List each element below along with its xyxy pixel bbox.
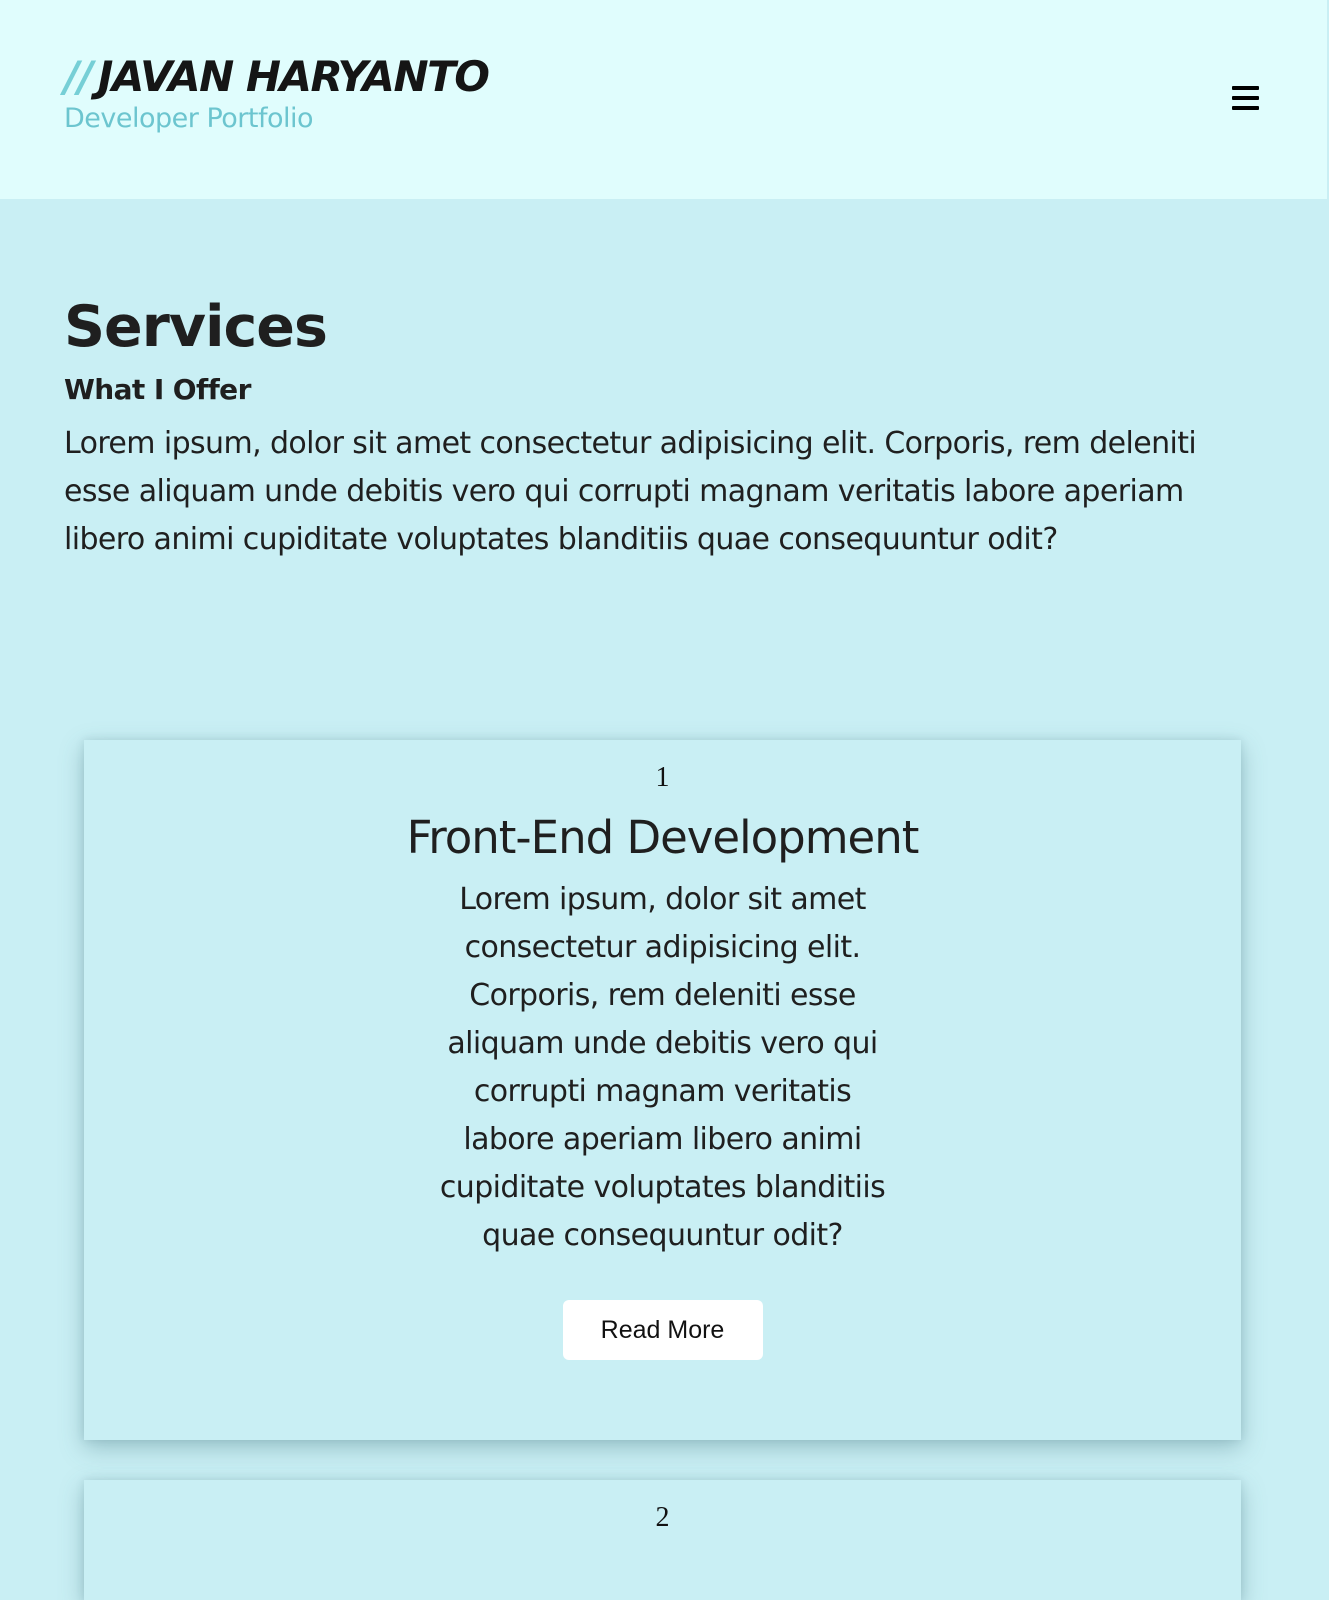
brand-name: JAVAN HARYANTO [97,52,490,101]
menu-bar [1232,106,1259,110]
card-description: Lorem ipsum, dolor sit amet consectetur … [439,882,886,1253]
card-number: 2 [655,1502,670,1533]
brand-title: //JAVAN HARYANTO [64,52,490,102]
page-title: Services [64,294,328,360]
section-subtitle: What I Offer [64,373,251,406]
service-card: 2 [84,1480,1241,1600]
card-title: Front-End Development [406,811,920,864]
card-number: 1 [655,762,670,793]
service-card: 1 Front-End Development Lorem ipsum, dol… [84,740,1241,1440]
site-header: //JAVAN HARYANTO Developer Portfolio [0,0,1327,199]
menu-bar [1232,96,1259,100]
read-more-button[interactable]: Read More [562,1300,763,1360]
brand-subtitle: Developer Portfolio [64,103,314,134]
menu-bar [1232,86,1259,90]
section-intro: Lorem ipsum, dolor sit amet consectetur … [64,426,1197,557]
hamburger-menu-icon[interactable] [1226,82,1266,118]
brand-logo[interactable]: //JAVAN HARYANTO Developer Portfolio [64,52,490,136]
services-section: Services What I Offer Lorem ipsum, dolor… [64,290,1264,564]
brand-slashes: // [64,52,93,101]
